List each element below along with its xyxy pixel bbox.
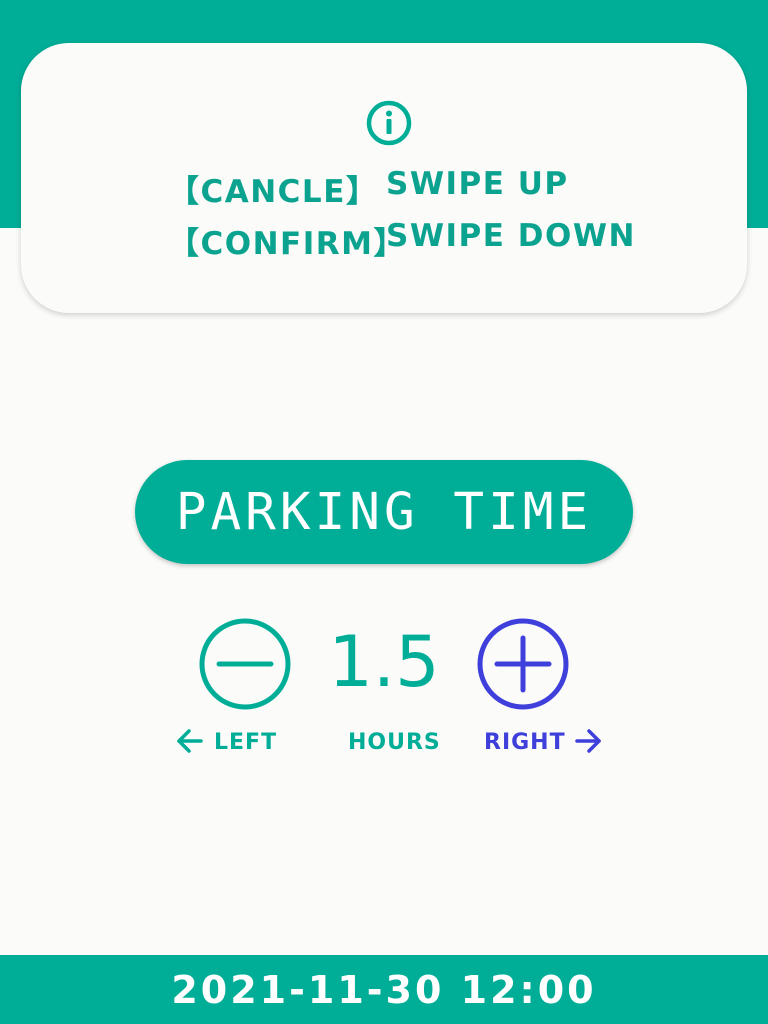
info-icon (366, 100, 412, 146)
arrow-left-icon (177, 729, 203, 753)
right-hint: RIGHT (484, 728, 602, 758)
confirm-hint-row: 【CONFIRM】 SWIPE DOWN (0, 218, 768, 262)
minus-circle-icon[interactable] (198, 617, 292, 711)
cancel-hint-row: 【CANCLE】 SWIPE UP (0, 166, 768, 210)
cancel-key-label: 【CANCLE】 (168, 174, 379, 210)
left-hint-label: LEFT (214, 730, 278, 755)
arrow-right-icon (574, 729, 601, 753)
left-hint: LEFT (176, 728, 277, 758)
footer-bar: 2021-11-30 12:00 (0, 955, 768, 1024)
cancel-gesture-label: SWIPE UP (386, 166, 569, 202)
confirm-gesture-label: SWIPE DOWN (386, 218, 636, 254)
page-title: PARKING TIME (135, 460, 633, 564)
hours-value: 1.5 (328, 621, 440, 703)
right-hint-label: RIGHT (484, 730, 566, 755)
plus-circle-icon[interactable] (476, 617, 570, 711)
confirm-key-label: 【CONFIRM】 (168, 226, 406, 262)
parking-time-screen: 【CANCLE】 SWIPE UP 【CONFIRM】 SWIPE DOWN P… (0, 0, 768, 1024)
datetime-label: 2021-11-30 12:00 (171, 967, 597, 1012)
hours-unit-label: HOURS (348, 730, 441, 755)
